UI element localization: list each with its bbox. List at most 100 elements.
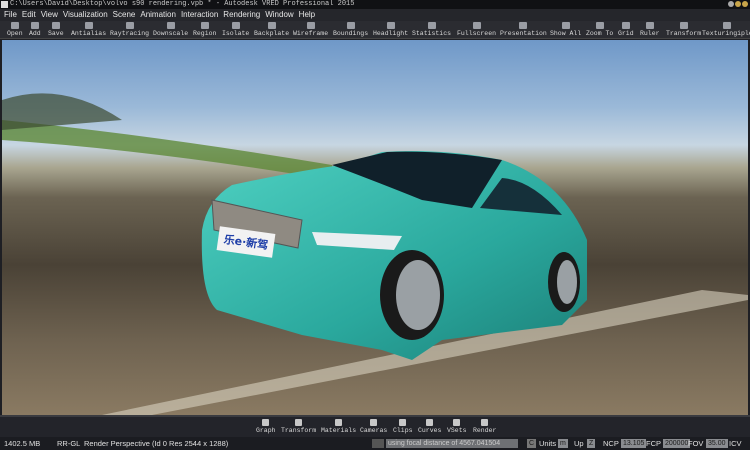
bottom-label: Clips [393,427,413,434]
grass [2,120,332,180]
toolbar-raytracing-button[interactable]: Raytracing [110,21,149,39]
up-select[interactable]: Z [587,439,596,448]
menu-scene[interactable]: Scene [113,9,136,21]
menu-visualization[interactable]: Visualization [63,9,108,21]
menu-rendering[interactable]: Rendering [223,9,260,21]
toolbar-label: Grid [618,30,634,37]
toolbar-label: Headlight [373,30,409,37]
transform-icon [679,22,688,29]
statistics-icon [427,22,436,29]
toolbar-add-button[interactable]: Add [29,21,41,39]
bottom-cameras-button[interactable]: Cameras [360,417,387,434]
bottom-transform-button[interactable]: Transform [281,417,316,434]
toolbar-label: Open [7,30,23,37]
bottom-curves-button[interactable]: Curves [418,417,441,434]
window-title: C:\Users\David\Desktop\volvo s90 renderi… [10,0,355,8]
toolbar-statistics-button[interactable]: Statistics [412,21,451,39]
toolbar-downscale-button[interactable]: Downscale [153,21,188,39]
toolbar-boundings-button[interactable]: Boundings [333,21,368,39]
bottom-toolbar: Graph Transform Materials Cameras Clips Curve… [0,415,750,437]
menu-window[interactable]: Window [265,9,293,21]
downscale-icon [166,22,175,29]
bottom-clips-button[interactable]: Clips [393,417,413,434]
transform-icon [295,419,303,426]
ncp-input[interactable]: 13.105 [621,439,647,448]
maximize-button[interactable] [735,1,741,7]
toolbar-label: Downscale [153,30,189,37]
headlight-icon [386,22,395,29]
toolbar-label: Backplate [254,30,290,37]
ruler-icon [645,22,654,29]
c-button[interactable]: C [527,439,537,448]
toolbar-grid-button[interactable]: Grid [618,21,634,39]
close-button[interactable] [742,1,748,7]
app-icon [1,1,8,8]
bottom-label: Cameras [360,427,388,434]
graph-icon [262,419,270,426]
ncp-label: NCP [603,439,619,448]
toolbar-headlight-button[interactable]: Headlight [373,21,408,39]
menu-help[interactable]: Help [299,9,315,21]
bottom-render-button[interactable]: Render [473,417,496,434]
toolbar-ruler-button[interactable]: Ruler [640,21,660,39]
front-rim [396,260,440,330]
icv-button[interactable]: ICV [729,437,742,450]
message-icon [372,439,384,448]
toolbar-open-button[interactable]: Open [7,21,23,39]
toolbar-save-button[interactable]: Save [48,21,64,39]
title-bar: C:\Users\David\Desktop\volvo s90 renderi… [0,0,750,9]
toolbar-label: Boundings [333,30,369,37]
raytracing-icon [125,22,134,29]
minimize-button[interactable] [728,1,734,7]
toolbar-antialias-button[interactable]: Antialias [71,21,106,39]
texturingiple-icon [723,22,732,29]
toolbar-isolate-button[interactable]: Isolate [222,21,249,39]
menu-file[interactable]: File [4,9,17,21]
open-icon [10,22,19,29]
toolbar-label: Save [48,30,64,37]
show-all-icon [561,22,570,29]
curves-icon [426,419,434,426]
menu-animation[interactable]: Animation [140,9,176,21]
isolate-icon [231,22,240,29]
bottom-label: Curves [418,427,442,434]
grid-icon [621,22,630,29]
render-viewport[interactable]: 乐e·新驾 [2,40,748,415]
region-icon [200,22,209,29]
menu-view[interactable]: View [41,9,58,21]
trees [2,93,122,130]
toolbar-label: Region [193,30,217,37]
menu-interaction[interactable]: Interaction [181,9,218,21]
toolbar-backplate-button[interactable]: Backplate [254,21,289,39]
materials-icon [335,419,343,426]
toolbar-wireframe-button[interactable]: Wireframe [293,21,328,39]
menu-edit[interactable]: Edit [22,9,36,21]
bottom-label: Render [473,427,497,434]
bottom-graph-button[interactable]: Graph [256,417,276,434]
bottom-label: Transform [281,427,317,434]
fcp-input[interactable]: 200000 [663,439,691,448]
bottom-materials-button[interactable]: Materials [321,417,356,434]
toolbar-presentation-button[interactable]: Presentation [500,21,547,39]
units-select[interactable]: m [558,439,568,448]
toolbar-transform-button[interactable]: Transform [666,21,701,39]
toolbar-show-all-button[interactable]: Show All [550,21,581,39]
toolbar-label: Wireframe [293,30,329,37]
toolbar-fullscreen-button[interactable]: Fullscreen [457,21,496,39]
boundings-icon [346,22,355,29]
rear-rim [557,260,577,304]
toolbar-label: Fullscreen [457,30,497,37]
toolbar-texturingiple-button[interactable]: Texturingiple [702,21,750,39]
main-toolbar: Open Add Save Antialias Raytracing Downscale R… [0,21,750,39]
add-icon [30,22,39,29]
renderer: RR-GL [57,439,81,448]
toolbar-region-button[interactable]: Region [193,21,216,39]
toolbar-label: Statistics [412,30,452,37]
fov-input[interactable]: 35.00 [706,439,728,448]
bottom-vsets-button[interactable]: VSets [447,417,467,434]
toolbar-label: Show All [550,30,582,37]
toolbar-label: Add [29,30,41,37]
menu-bar: File Edit View Visualization Scene Anima… [0,9,750,21]
toolbar-zoom-to-button[interactable]: Zoom To [586,21,613,39]
wireframe-icon [306,22,315,29]
